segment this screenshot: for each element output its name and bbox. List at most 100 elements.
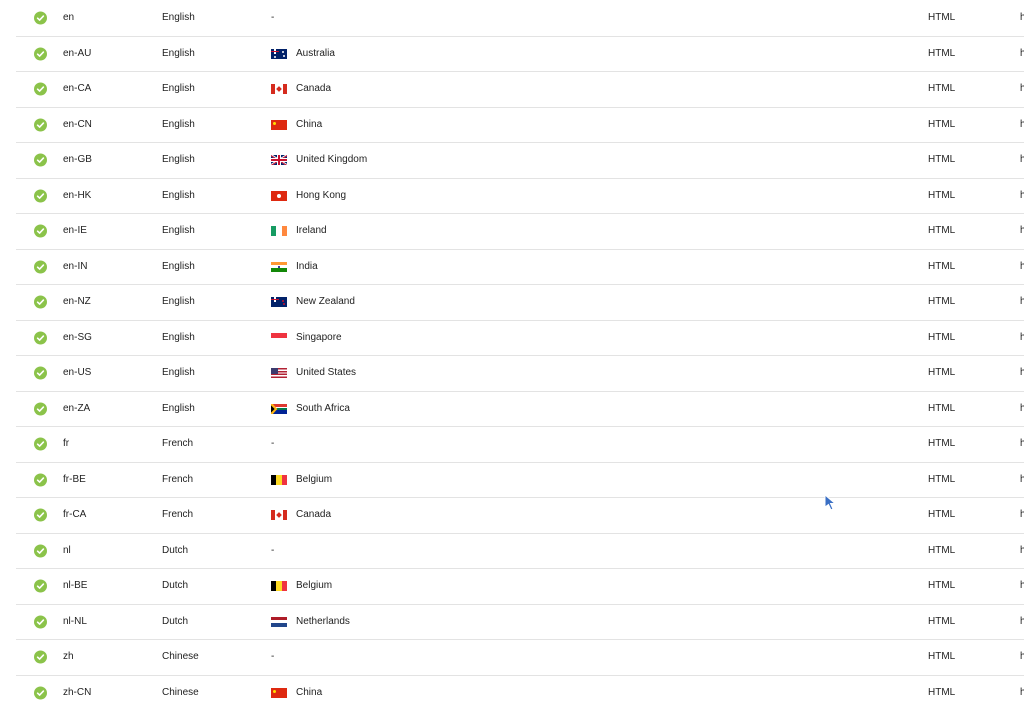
check-circle-icon — [34, 224, 47, 238]
table-row[interactable]: nl Dutch - HTML h — [16, 532, 1024, 569]
locale-code: nl — [63, 544, 71, 556]
locale-code: nl-NL — [63, 615, 87, 627]
table-row[interactable]: en-IE English Ireland HTML h — [16, 213, 1024, 249]
region-name: United States — [296, 367, 357, 379]
table-row[interactable]: en-GB English United Kingdom HTML h — [16, 142, 1024, 178]
language-name: English — [162, 118, 195, 130]
table-row[interactable]: en-CA English Canada HTML h — [16, 71, 1024, 107]
region-name: - — [271, 651, 275, 663]
region-cell: - — [271, 545, 274, 557]
region-cell: - — [271, 438, 274, 450]
region-cell: New Zealand — [271, 296, 355, 308]
gb-flag-icon — [271, 155, 287, 166]
locale-code: zh — [63, 651, 74, 663]
language-name: English — [162, 402, 195, 414]
table-row[interactable]: en English - HTML h — [16, 0, 1024, 36]
table-row[interactable]: nl-BE Dutch Belgium HTML h — [16, 568, 1024, 604]
za-flag-icon — [271, 403, 287, 414]
language-name: English — [162, 296, 195, 308]
table-row[interactable]: en-AU English Australia HTML h — [16, 35, 1024, 72]
locale-code: en-ZA — [63, 402, 91, 414]
table-row[interactable]: zh Chinese - HTML h — [16, 639, 1024, 675]
table-row[interactable]: en-HK English Hong Kong HTML h — [16, 177, 1024, 214]
mouse-cursor-icon — [824, 494, 837, 511]
truncated-column-text: h — [1020, 260, 1024, 272]
truncated-column-text: h — [1020, 402, 1024, 414]
nz-flag-icon — [271, 297, 287, 308]
language-name: Chinese — [162, 686, 199, 698]
truncated-column-text: h — [1020, 509, 1024, 521]
table-row[interactable]: en-ZA English South Africa HTML h — [16, 390, 1024, 427]
truncated-column-text: h — [1020, 296, 1024, 308]
region-cell: Canada — [271, 509, 331, 521]
truncated-column-text: h — [1020, 118, 1024, 130]
hk-flag-icon — [271, 190, 287, 201]
table-row[interactable]: en-CN English China HTML h — [16, 106, 1024, 143]
region-name: China — [296, 118, 323, 130]
region-cell: Canada — [271, 83, 331, 95]
in-flag-icon — [271, 261, 287, 272]
check-circle-icon — [34, 650, 47, 664]
format-label: HTML — [928, 83, 956, 95]
region-name: Canada — [296, 83, 332, 95]
format-label: HTML — [928, 402, 956, 414]
region-cell: United States — [271, 367, 356, 379]
locale-code: en-SG — [63, 331, 92, 343]
format-label: HTML — [928, 580, 956, 592]
locale-table: en English - HTML h en-AU English Australia HTML… — [16, 0, 1024, 710]
table-row[interactable]: en-SG English Singapore HTML h — [16, 319, 1024, 356]
truncated-column-text: h — [1020, 544, 1024, 556]
locale-code: fr-CA — [63, 509, 87, 521]
region-name: Netherlands — [296, 615, 350, 627]
truncated-column-text: h — [1020, 651, 1024, 663]
format-label: HTML — [928, 296, 956, 308]
nl-flag-icon — [271, 616, 287, 627]
format-label: HTML — [928, 260, 956, 272]
region-cell: Ireland — [271, 225, 327, 237]
check-circle-icon — [34, 11, 47, 25]
sg-flag-icon — [271, 332, 287, 343]
check-circle-icon — [34, 437, 47, 451]
truncated-column-text: h — [1020, 154, 1024, 166]
check-circle-icon — [34, 473, 47, 487]
check-circle-icon — [34, 402, 47, 416]
check-circle-icon — [34, 579, 47, 593]
table-row[interactable]: en-NZ English New Zealand HTML h — [16, 284, 1024, 320]
language-name: English — [162, 83, 195, 95]
region-name: - — [271, 544, 275, 556]
format-label: HTML — [928, 615, 956, 627]
table-row[interactable]: nl-NL Dutch Netherlands HTML h — [16, 603, 1024, 640]
cn-flag-icon — [271, 119, 287, 130]
check-circle-icon — [34, 331, 47, 345]
region-name: Canada — [296, 509, 332, 521]
check-circle-icon — [34, 508, 47, 522]
region-name: - — [271, 11, 275, 23]
check-circle-icon — [34, 189, 47, 203]
format-label: HTML — [928, 686, 956, 698]
check-circle-icon — [34, 295, 47, 309]
table-row[interactable]: fr-CA French Canada HTML h — [16, 497, 1024, 533]
region-cell: China — [271, 687, 322, 699]
region-name: United Kingdom — [296, 154, 368, 166]
locale-code: en-IN — [63, 260, 88, 272]
region-name: India — [296, 260, 318, 272]
table-row[interactable]: fr French - HTML h — [16, 426, 1024, 462]
truncated-column-text: h — [1020, 189, 1024, 201]
table-row[interactable]: fr-BE French Belgium HTML h — [16, 461, 1024, 498]
truncated-column-text: h — [1020, 225, 1024, 237]
table-row[interactable]: en-US English United States HTML h — [16, 355, 1024, 391]
locale-code: en-CA — [63, 83, 92, 95]
locale-code: zh-CN — [63, 686, 92, 698]
format-label: HTML — [928, 367, 956, 379]
format-label: HTML — [928, 509, 956, 521]
locale-code: en-AU — [63, 47, 92, 59]
truncated-column-text: h — [1020, 580, 1024, 592]
table-row[interactable]: en-IN English India HTML h — [16, 248, 1024, 285]
region-name: Belgium — [296, 580, 333, 592]
format-label: HTML — [928, 331, 956, 343]
table-row[interactable]: zh-CN Chinese China HTML h — [16, 674, 1024, 710]
format-label: HTML — [928, 473, 956, 485]
region-cell: Belgium — [271, 474, 332, 486]
locale-code: en-GB — [63, 154, 92, 166]
format-label: HTML — [928, 47, 956, 59]
